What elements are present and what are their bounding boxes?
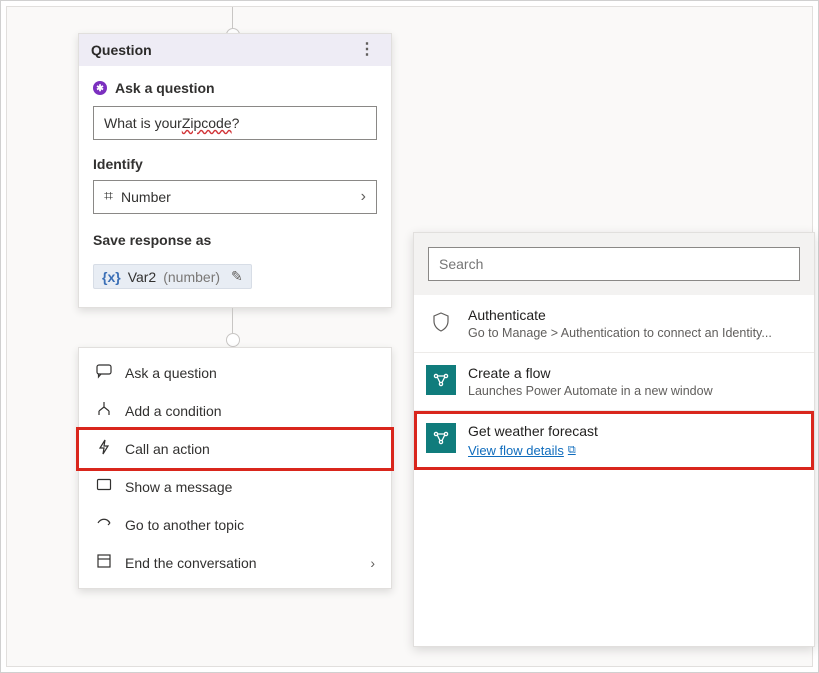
flow-icon [426,365,456,395]
menu-item-end-conversation[interactable]: End the conversation › [79,544,391,582]
menu-item-label: End the conversation [125,555,257,571]
action-title: Get weather forecast [468,423,802,439]
action-list: Authenticate Go to Manage > Authenticati… [414,295,814,646]
chat-bubble-icon: ✱ [93,81,107,95]
menu-item-label: Ask a question [125,365,217,381]
question-node-body: ✱ Ask a question What is your Zipcode? I… [79,66,391,307]
end-icon [95,553,113,573]
goto-icon [95,515,113,535]
action-item-create-flow[interactable]: Create a flow Launches Power Automate in… [414,353,814,411]
variable-name: Var2 [128,269,157,285]
question-text-input[interactable]: What is your Zipcode? [93,106,377,140]
add-node-menu: Ask a question Add a condition Call an a… [78,347,392,589]
menu-item-ask-question[interactable]: Ask a question [79,354,391,392]
more-icon[interactable]: ⋮ [355,42,379,58]
menu-item-call-action[interactable]: Call an action [79,430,391,468]
identify-label: Identify [93,156,377,172]
message-icon [95,477,113,497]
external-link-icon: ⧉ [568,444,576,457]
menu-item-label: Add a condition [125,403,222,419]
action-picker-panel: Authenticate Go to Manage > Authenticati… [413,232,815,647]
menu-item-goto-topic[interactable]: Go to another topic [79,506,391,544]
menu-item-label: Call an action [125,441,210,457]
chevron-right-icon: › [361,188,366,206]
question-node[interactable]: Question ⋮ ✱ Ask a question What is your… [78,33,392,308]
menu-item-label: Show a message [125,479,232,495]
action-title: Create a flow [468,365,802,381]
node-connector-top [232,7,233,35]
view-flow-details-link[interactable]: View flow details ⧉ [468,443,576,458]
variable-icon: {x} [102,269,121,285]
save-response-label: Save response as [93,232,377,248]
action-subtitle: Go to Manage > Authentication to connect… [468,326,802,340]
menu-item-label: Go to another topic [125,517,244,533]
canvas: Question ⋮ ✱ Ask a question What is your… [6,6,813,667]
question-node-header[interactable]: Question ⋮ [79,34,391,66]
question-node-title: Question [91,42,152,58]
action-item-authenticate[interactable]: Authenticate Go to Manage > Authenticati… [414,295,814,353]
edit-icon[interactable]: ✎ [231,268,243,285]
flow-icon [426,423,456,453]
action-subtitle: Launches Power Automate in a new window [468,384,802,398]
search-wrap [414,233,814,295]
menu-item-show-message[interactable]: Show a message [79,468,391,506]
action-title: Authenticate [468,307,802,323]
variable-chip[interactable]: {x} Var2 (number) ✎ [93,264,252,289]
action-item-get-weather[interactable]: Get weather forecast View flow details ⧉ [414,411,814,470]
shield-icon [426,307,456,337]
menu-item-add-condition[interactable]: Add a condition [79,392,391,430]
branch-icon [95,401,113,421]
identify-select[interactable]: ⌗ Number › [93,180,377,214]
bolt-icon [95,439,113,459]
chevron-right-icon: › [370,555,375,571]
search-input[interactable] [428,247,800,281]
chat-icon [95,363,113,383]
identify-value: Number [121,189,171,205]
ask-question-label: ✱ Ask a question [93,80,377,96]
variable-type: (number) [163,269,220,285]
node-connector-bottom [232,308,233,340]
entity-icon: ⌗ [104,188,113,206]
